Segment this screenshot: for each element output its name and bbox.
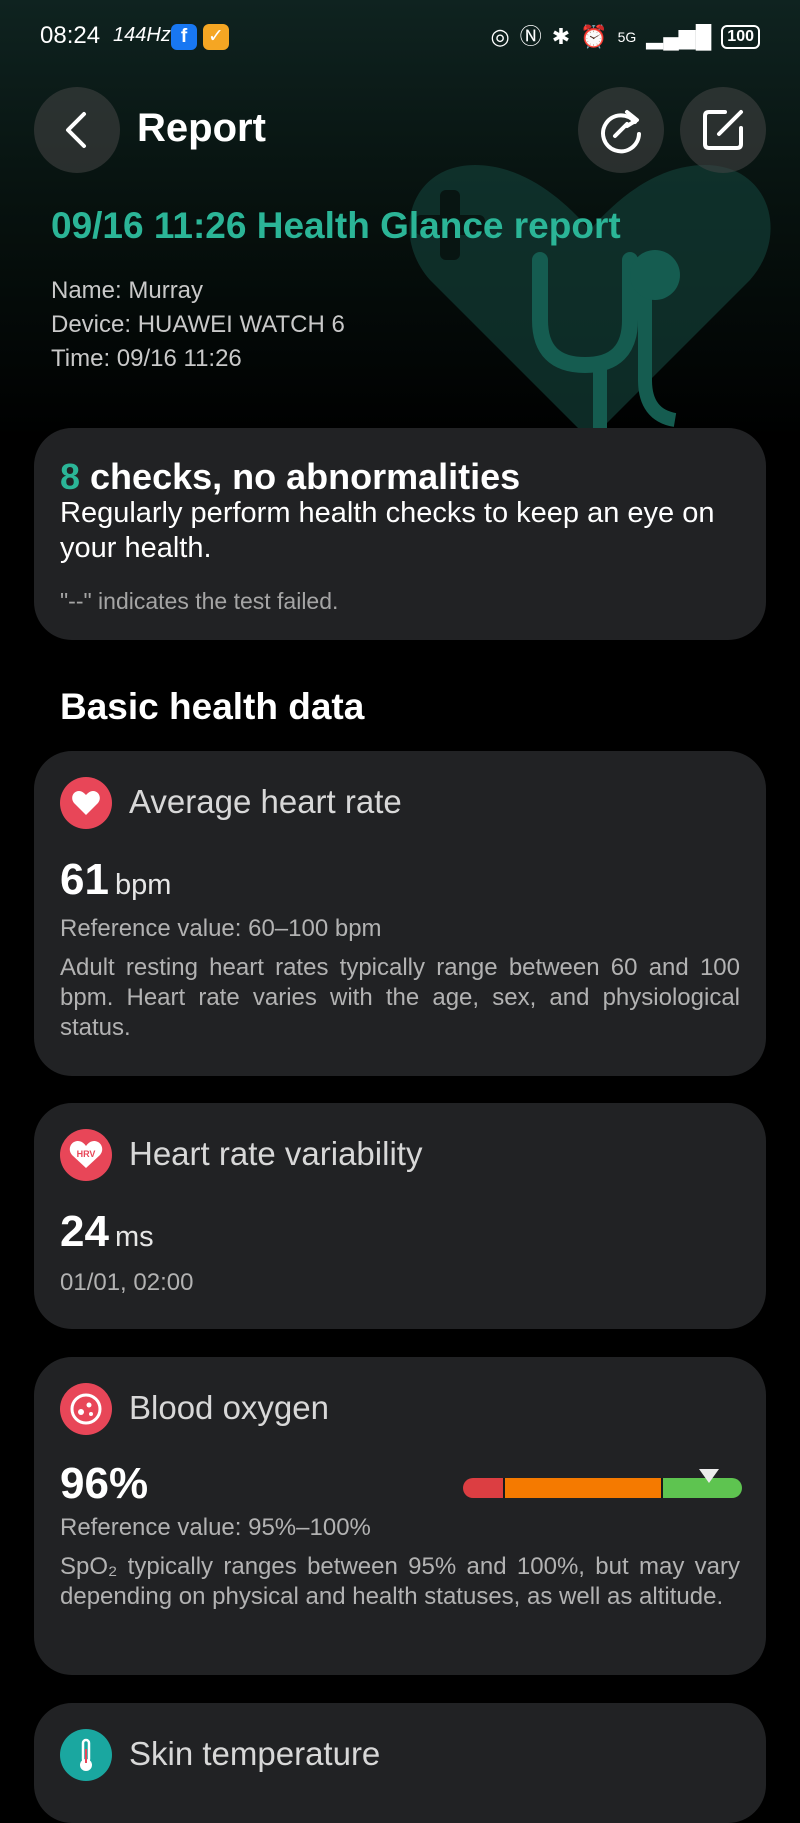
heart-rate-unit: bpm (114, 869, 172, 901)
heart-stethoscope-illustration (409, 165, 771, 440)
summary-headline: 8 checks, no abnormalities (60, 456, 520, 498)
summary-description: Regularly perform health checks to keep … (60, 497, 715, 564)
summary-headline-text: checks, no abnormalities (80, 456, 521, 497)
health-app-notification-icon: ✓ (203, 24, 229, 50)
heart-rate-card[interactable]: Average heart rate 61 bpm Reference value… (34, 751, 766, 1076)
hrv-timestamp: 01/01, 02:00 (60, 1269, 194, 1296)
hrv-unit: ms (114, 1221, 154, 1253)
back-arrow-icon (66, 112, 86, 148)
report-time: Time: 09/16 11:26 (51, 345, 242, 372)
report-device: Device: HUAWEI WATCH 6 (51, 311, 345, 338)
range-marker-icon (699, 1469, 719, 1483)
report-name: Name: Murray (51, 277, 204, 304)
hrv-icon: HRV (60, 1129, 112, 1181)
range-bar-mid (505, 1478, 661, 1498)
status-icons: ◎ Ⓝ ✱ ⏰ 5G ▂▄▆█ 100 (491, 22, 760, 52)
skin-temperature-title: Skin temperature (129, 1735, 381, 1772)
status-bar: 08:24 144Hz f ✓ ◎ Ⓝ ✱ ⏰ 5G ▂▄▆█ 100 (0, 0, 800, 74)
blood-oxygen-card[interactable]: Blood oxygen 96% Reference value: 95%–10… (34, 1357, 766, 1675)
heart-icon (60, 777, 112, 829)
facebook-notification-icon: f (171, 24, 197, 50)
alarm-icon: ⏰ (580, 24, 608, 49)
blood-oxygen-icon (60, 1383, 112, 1435)
heart-rate-value-row: 61 bpm (60, 855, 171, 905)
edit-button[interactable] (680, 87, 766, 173)
battery-icon: 100 (721, 25, 760, 49)
hrv-icon-label: HRV (77, 1149, 96, 1159)
blood-oxygen-description: SpO₂ typically ranges between 95% and 10… (60, 1553, 740, 1610)
skin-temperature-card[interactable]: Skin temperature (34, 1703, 766, 1823)
report-title: 09/16 11:26 Health Glance report (51, 205, 621, 246)
summary-note: "--" indicates the test failed. (60, 588, 339, 614)
signal-icon: ▂▄▆█ (646, 24, 712, 49)
hotspot-icon: ◎ (490, 24, 510, 49)
heart-rate-reference: Reference value: 60–100 bpm (60, 915, 382, 942)
section-title: Basic health data (60, 686, 365, 727)
page-title: Report (137, 106, 266, 150)
network-type: 5G (617, 29, 637, 45)
heart-rate-description: Adult resting heart rates typically rang… (60, 954, 740, 1041)
heart-rate-value: 61 (60, 855, 109, 904)
blood-oxygen-title: Blood oxygen (129, 1389, 329, 1426)
hrv-value: 24 (60, 1207, 109, 1256)
hrv-title: Heart rate variability (129, 1135, 423, 1172)
edit-icon (703, 110, 743, 150)
blood-oxygen-reference: Reference value: 95%–100% (60, 1514, 371, 1541)
summary-card: 8 checks, no abnormalities Regularly per… (34, 428, 766, 640)
checks-count: 8 (60, 456, 81, 497)
blood-oxygen-value: 96% (60, 1459, 149, 1508)
hrv-value-row: 24 ms (60, 1207, 154, 1257)
hrv-card[interactable]: HRV Heart rate variability 24 ms 01/01, 0… (34, 1103, 766, 1329)
range-bar-low (463, 1478, 503, 1498)
refresh-button[interactable] (578, 87, 664, 173)
bluetooth-icon: ✱ (551, 24, 571, 49)
status-time: 08:24 (40, 22, 101, 49)
thermometer-icon (60, 1729, 112, 1781)
refresh-rate: 144Hz (113, 24, 171, 46)
back-button[interactable] (34, 87, 120, 173)
refresh-icon (601, 110, 641, 154)
heart-rate-title: Average heart rate (129, 783, 402, 820)
nfc-icon: Ⓝ (519, 24, 542, 49)
